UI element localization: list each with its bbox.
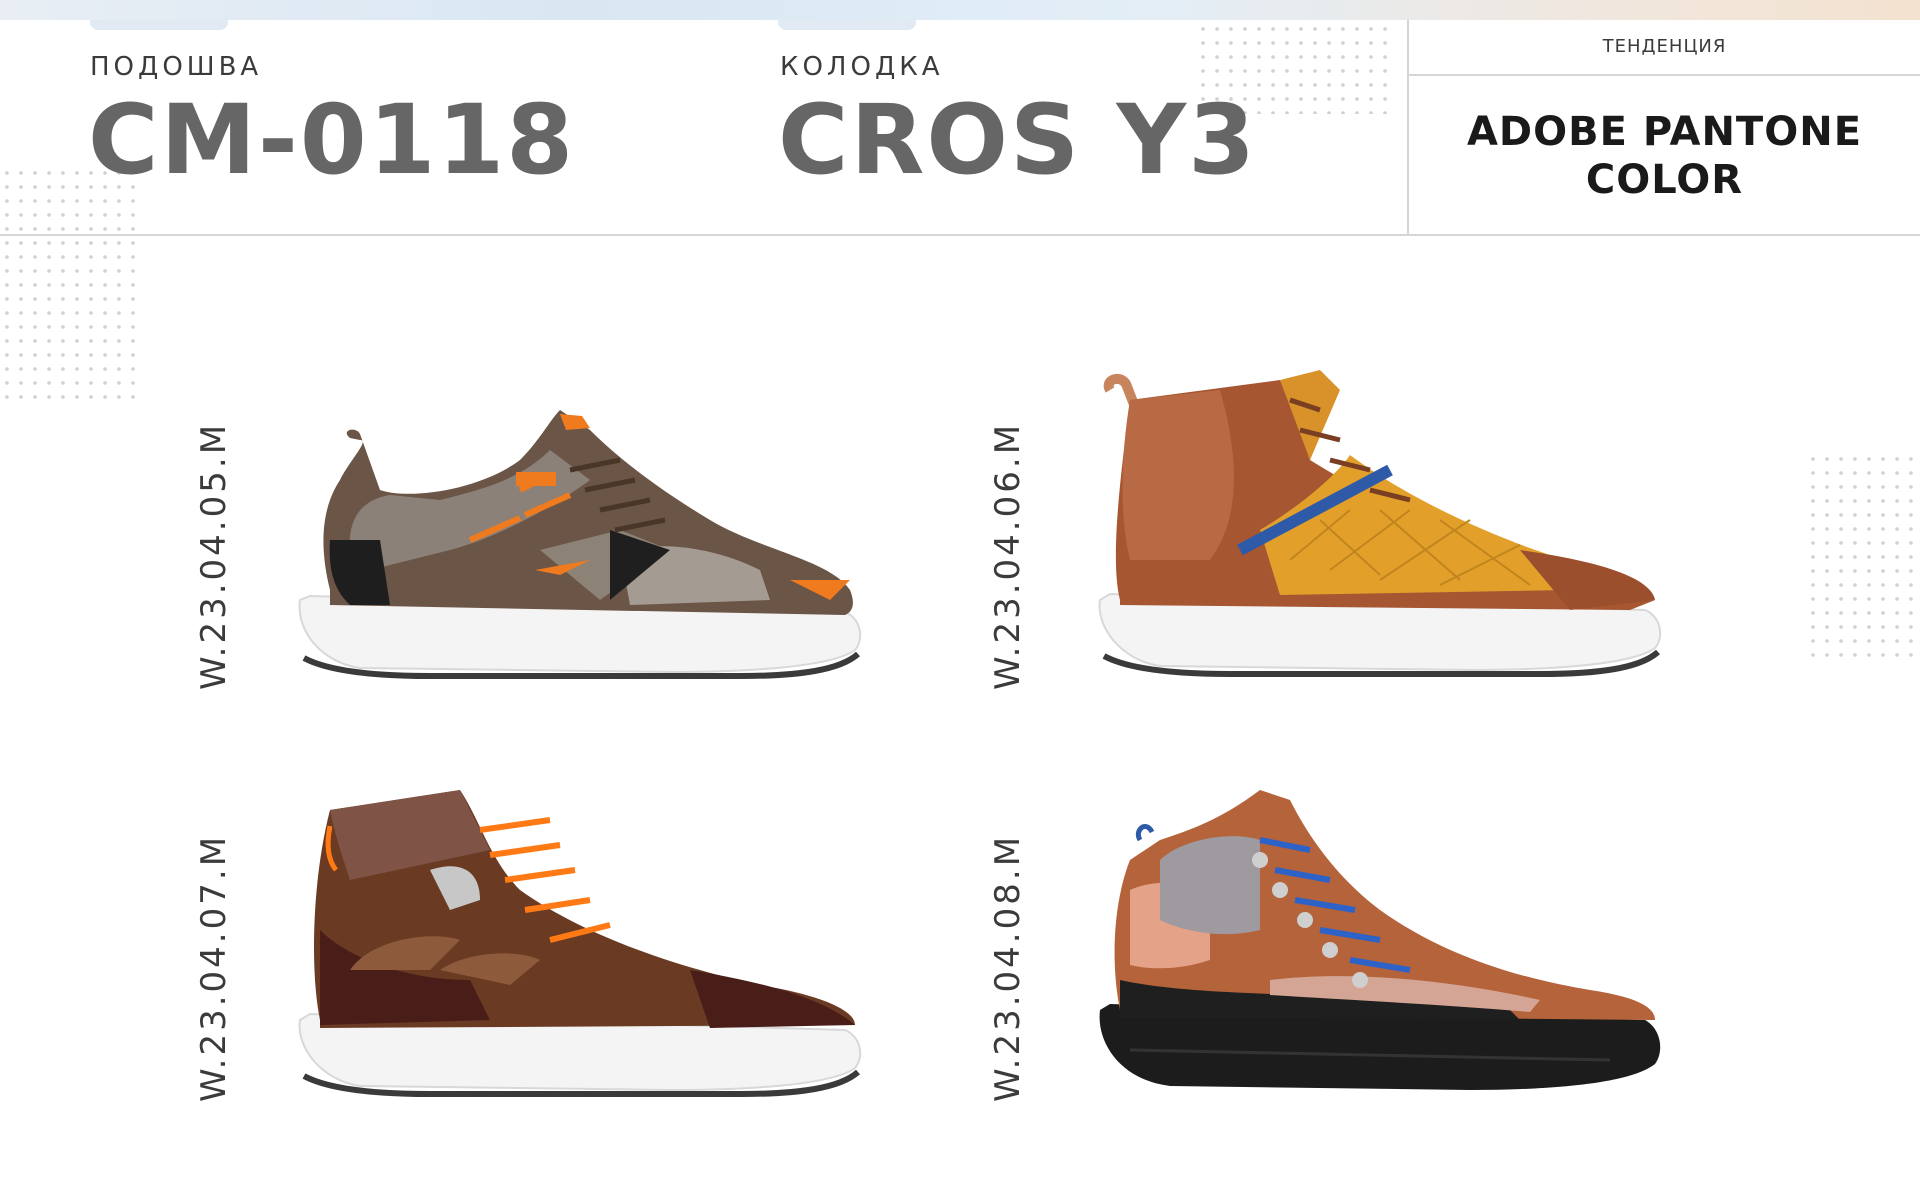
trend-divider bbox=[1409, 74, 1920, 76]
shoe-image-4 bbox=[1099, 790, 1661, 1090]
last-code: CROS Y3 bbox=[778, 84, 1257, 196]
trend-line-1: ADOBE PANTONE bbox=[1466, 109, 1863, 155]
shoe-image-2 bbox=[1098, 370, 1662, 677]
product-code-3: W.23.04.07.M bbox=[194, 833, 234, 1103]
shoe-image-1 bbox=[298, 410, 862, 679]
dot-pattern bbox=[0, 166, 136, 406]
decorative-tab bbox=[778, 20, 916, 30]
trend-caption: ТЕНДЕНЦИЯ bbox=[1602, 36, 1727, 57]
product-code-4: W.23.04.08.M bbox=[988, 833, 1028, 1103]
product-code-2: W.23.04.06.M bbox=[988, 421, 1028, 691]
header-bottom-line bbox=[0, 234, 1920, 236]
last-caption: КОЛОДКА bbox=[780, 52, 944, 82]
sole-caption: ПОДОШВА bbox=[90, 52, 263, 82]
decorative-tab bbox=[90, 20, 228, 30]
trend-line-2: COLOR bbox=[1585, 157, 1744, 203]
top-decorative-strip bbox=[0, 0, 1920, 20]
shoe-image-3 bbox=[298, 790, 862, 1097]
trend-value: ADOBE PANTONE COLOR bbox=[1409, 108, 1920, 204]
dot-pattern bbox=[1806, 452, 1920, 662]
sole-code: CM-0118 bbox=[88, 84, 576, 196]
product-code-1: W.23.04.05.M bbox=[194, 421, 234, 691]
